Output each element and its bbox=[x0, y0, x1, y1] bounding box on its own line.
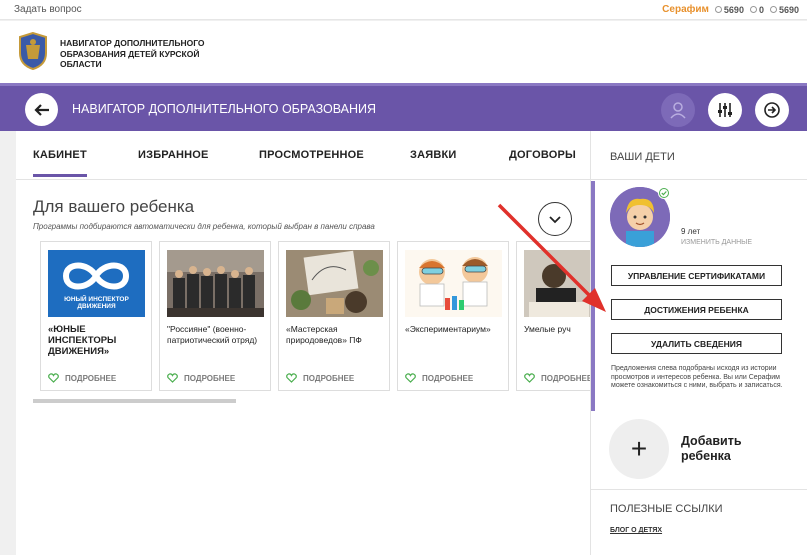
tab-contracts[interactable]: ДОГОВОРЫ bbox=[509, 149, 576, 161]
child-age: 9 лет bbox=[681, 227, 701, 236]
manage-certificates-button[interactable]: УПРАВЛЕНИЕ СЕРТИФИКАТАМИ bbox=[611, 265, 782, 286]
user-icon bbox=[670, 102, 686, 119]
heart-icon bbox=[286, 373, 297, 383]
program-card[interactable]: Умелые руч ПОДРОБНЕЕ bbox=[516, 241, 590, 391]
edit-data-link[interactable]: ИЗМЕНИТЬ ДАННЫЕ bbox=[681, 239, 752, 246]
child-note: Предложения слева подобраны исходя из ис… bbox=[611, 365, 783, 389]
program-cards: ЮНЫЙ ИНСПЕКТОР ДВИЖЕНИЯ «ЮНЫЕ ИНСПЕКТОРЫ… bbox=[33, 241, 590, 391]
program-card[interactable]: ЮНЫЙ ИНСПЕКТОР ДВИЖЕНИЯ «ЮНЫЕ ИНСПЕКТОРЫ… bbox=[40, 241, 152, 391]
brand-title[interactable]: НАВИГАТОР ДОПОЛНИТЕЛЬНОГО ОБРАЗОВАНИЯ ДЕ… bbox=[60, 38, 230, 70]
add-child-label[interactable]: Добавить ребенка bbox=[681, 434, 761, 464]
add-child-block[interactable]: + Добавить ребенка bbox=[591, 411, 807, 491]
kids-scientists-icon bbox=[405, 250, 502, 317]
main-navbar: НАВИГАТОР ДОПОЛНИТЕЛЬНОГО ОБРАЗОВАНИЯ bbox=[0, 83, 807, 131]
side-panel: ВАШИ ДЕТИ 9 лет ИЗМЕНИТЬ ДАННЫЕ УПРАВЛЕН… bbox=[590, 131, 807, 555]
tab-applications[interactable]: ЗАЯВКИ bbox=[410, 149, 457, 161]
more-link[interactable]: ПОДРОБНЕЕ bbox=[167, 373, 235, 383]
section-subtitle: Программы подбираются автоматически для … bbox=[33, 222, 375, 231]
circle-slash-icon bbox=[749, 6, 757, 13]
divider bbox=[591, 179, 807, 180]
program-card[interactable]: «Экспериментариум» ПОДРОБНЕЕ bbox=[397, 241, 509, 391]
username[interactable]: Серафим bbox=[662, 4, 709, 15]
heart-icon bbox=[524, 373, 535, 383]
stat-total: 5690 bbox=[769, 5, 799, 15]
more-link[interactable]: ПОДРОБНЕЕ bbox=[524, 373, 590, 383]
card-title[interactable]: «Мастерская природоведов» ПФ bbox=[286, 324, 386, 346]
tab-bar: КАБИНЕТ ИЗБРАННОЕ ПРОСМОТРЕННОЕ ЗАЯВКИ Д… bbox=[16, 131, 590, 180]
circle-icon bbox=[714, 6, 722, 13]
main-content: КАБИНЕТ ИЗБРАННОЕ ПРОСМОТРЕННОЕ ЗАЯВКИ Д… bbox=[16, 131, 590, 555]
heart-icon bbox=[405, 373, 416, 383]
profile-button[interactable] bbox=[661, 93, 695, 127]
coat-of-arms-icon[interactable] bbox=[14, 31, 52, 71]
program-image: ЮНЫЙ ИНСПЕКТОР ДВИЖЕНИЯ bbox=[48, 250, 145, 317]
top-utility-bar: Задать вопрос Серафим 5690 0 5690 bbox=[0, 0, 807, 20]
navbar-title: НАВИГАТОР ДОПОЛНИТЕЛЬНОГО ОБРАЗОВАНИЯ bbox=[72, 102, 377, 116]
card-title[interactable]: "Россияне" (военно-патриотический отряд) bbox=[167, 324, 267, 346]
card-logo-text: ЮНЫЙ ИНСПЕКТОР ДВИЖЕНИЯ bbox=[64, 296, 129, 310]
ask-question-link[interactable]: Задать вопрос bbox=[14, 4, 82, 15]
back-button[interactable] bbox=[25, 93, 58, 126]
nature-workshop-icon bbox=[286, 250, 383, 317]
more-link[interactable]: ПОДРОБНЕЕ bbox=[405, 373, 473, 383]
more-link[interactable]: ПОДРОБНЕЕ bbox=[48, 373, 116, 383]
card-title[interactable]: «Экспериментариум» bbox=[405, 324, 505, 335]
group-photo-icon bbox=[167, 250, 264, 317]
check-icon bbox=[658, 187, 670, 199]
tab-viewed[interactable]: ПРОСМОТРЕННОЕ bbox=[259, 149, 364, 161]
plus-icon[interactable]: + bbox=[609, 419, 669, 479]
crafts-photo-icon bbox=[524, 250, 590, 317]
achievements-button[interactable]: ДОСТИЖЕНИЯ РЕБЕНКА bbox=[611, 299, 782, 320]
program-image bbox=[167, 250, 264, 317]
arrow-right-circle-icon bbox=[764, 102, 780, 118]
program-image bbox=[286, 250, 383, 317]
tab-favorites[interactable]: ИЗБРАННОЕ bbox=[138, 149, 209, 161]
brand-header: НАВИГАТОР ДОПОЛНИТЕЛЬНОГО ОБРАЗОВАНИЯ ДЕ… bbox=[0, 21, 807, 83]
program-image bbox=[405, 250, 502, 317]
delete-data-button[interactable]: УДАЛИТЬ СВЕДЕНИЯ bbox=[611, 333, 782, 354]
circle-icon bbox=[769, 6, 777, 13]
cards-scrollbar[interactable] bbox=[33, 399, 236, 403]
useful-links-heading: ПОЛЕЗНЫЕ ССЫЛКИ bbox=[610, 503, 723, 515]
settings-button[interactable] bbox=[708, 93, 742, 127]
stat-balance: 5690 bbox=[714, 5, 744, 15]
card-title[interactable]: Умелые руч bbox=[524, 324, 590, 335]
tab-cabinet[interactable]: КАБИНЕТ bbox=[33, 149, 87, 177]
kids-heading: ВАШИ ДЕТИ bbox=[610, 151, 675, 163]
arrow-left-icon bbox=[33, 103, 49, 116]
logout-button[interactable] bbox=[755, 93, 789, 127]
program-card[interactable]: «Мастерская природоведов» ПФ ПОДРОБНЕЕ bbox=[278, 241, 390, 391]
stat-used: 0 bbox=[749, 5, 764, 15]
blog-link[interactable]: БЛОГ О ДЕТЯХ bbox=[610, 527, 662, 534]
expand-button[interactable] bbox=[538, 202, 572, 236]
divider bbox=[591, 489, 807, 490]
child-card: 9 лет ИЗМЕНИТЬ ДАННЫЕ УПРАВЛЕНИЕ СЕРТИФИ… bbox=[591, 181, 807, 411]
heart-icon bbox=[167, 373, 178, 383]
chevron-down-icon bbox=[549, 216, 561, 224]
section-title: Для вашего ребенка bbox=[33, 197, 195, 216]
more-link[interactable]: ПОДРОБНЕЕ bbox=[286, 373, 354, 383]
program-card[interactable]: "Россияне" (военно-патриотический отряд)… bbox=[159, 241, 271, 391]
card-title[interactable]: «ЮНЫЕ ИНСПЕКТОРЫ ДВИЖЕНИЯ» bbox=[48, 324, 148, 357]
heart-icon bbox=[48, 373, 59, 383]
sliders-icon bbox=[718, 103, 732, 117]
user-stats: Серафим 5690 0 5690 bbox=[662, 4, 799, 15]
program-image bbox=[524, 250, 590, 317]
